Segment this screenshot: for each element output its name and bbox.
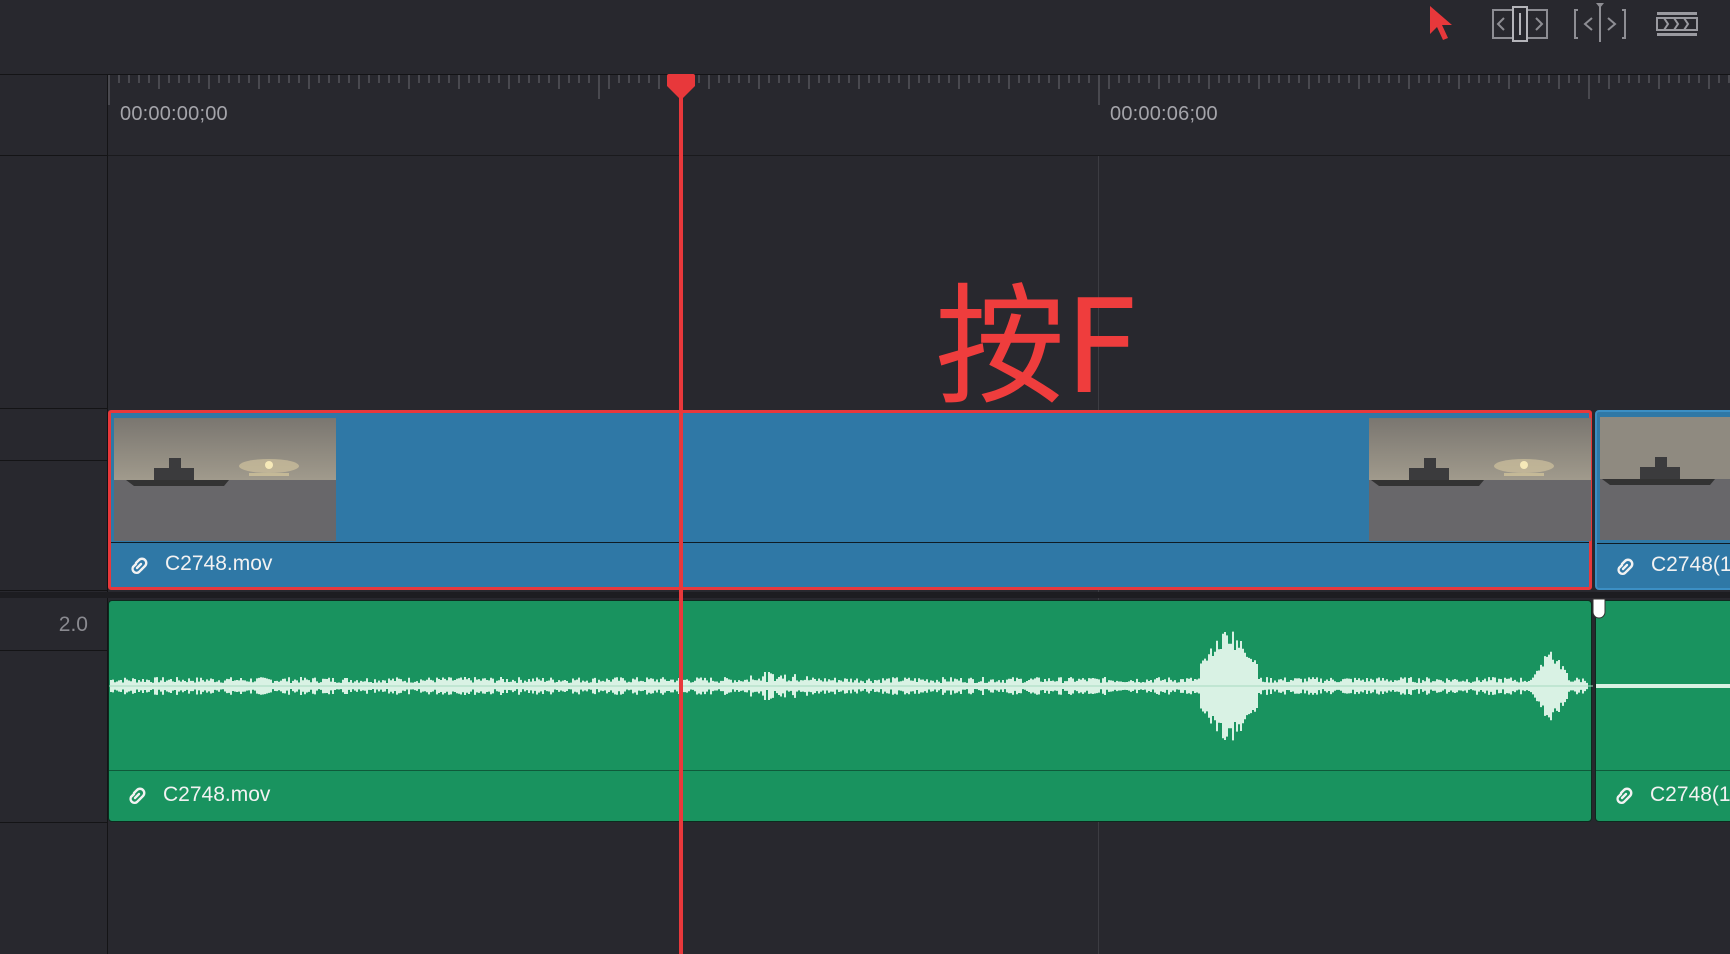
- timecode-start: 00:00:00;00: [120, 103, 228, 125]
- clip-thumbnail-end: [1369, 418, 1591, 541]
- timecode-ruler[interactable]: 00:00:00;00 00:00:06;00: [108, 75, 1730, 156]
- audio-channel-label: 2.0: [58, 613, 88, 636]
- clip-boundary-handle[interactable]: [1592, 598, 1606, 620]
- ruler-ticks: [108, 75, 1730, 105]
- audio-clip-name: C2748.mov: [163, 783, 271, 806]
- timeline-toolbar: [0, 0, 1730, 75]
- clip-label-bar: C2748(1: [1596, 770, 1730, 821]
- audio-clip-next[interactable]: C2748(1: [1595, 600, 1730, 822]
- video-clip-next[interactable]: C2748(1: [1595, 410, 1730, 590]
- dynamic-trim-icon[interactable]: [1572, 0, 1628, 74]
- trim-edit-icon[interactable]: [1490, 0, 1550, 74]
- overlay-annotation: 按F: [935, 271, 1140, 423]
- audio-clip-next-name: C2748(1: [1650, 783, 1730, 806]
- track-separator: [0, 592, 1730, 598]
- link-icon: [1616, 787, 1633, 805]
- clip-thumbnail-next: [1600, 417, 1730, 540]
- link-icon: [131, 557, 148, 575]
- audio-waveform: [109, 631, 1593, 741]
- clip-thumbnail-start: [114, 418, 336, 541]
- clip-label-bar: C2748.mov: [111, 542, 1589, 587]
- timecode-6s: 00:00:06;00: [1110, 103, 1218, 125]
- video-clip-next-name: C2748(1: [1651, 553, 1730, 576]
- selection-arrow-icon[interactable]: [1422, 0, 1462, 74]
- clip-label-bar: C2748.mov: [109, 770, 1591, 821]
- link-icon: [129, 787, 146, 805]
- link-icon: [1617, 558, 1634, 576]
- video-clip-name: C2748.mov: [165, 552, 273, 575]
- blade-icon[interactable]: [1652, 0, 1702, 74]
- audio-waveform-next: [1596, 684, 1730, 688]
- clip-label-bar: C2748(1: [1597, 543, 1730, 588]
- playhead[interactable]: [679, 82, 683, 954]
- track-header-column: [0, 75, 108, 954]
- audio-clip[interactable]: C2748.mov: [108, 600, 1593, 822]
- video-clip[interactable]: C2748.mov: [108, 410, 1592, 590]
- playhead-handle-icon[interactable]: [665, 74, 697, 102]
